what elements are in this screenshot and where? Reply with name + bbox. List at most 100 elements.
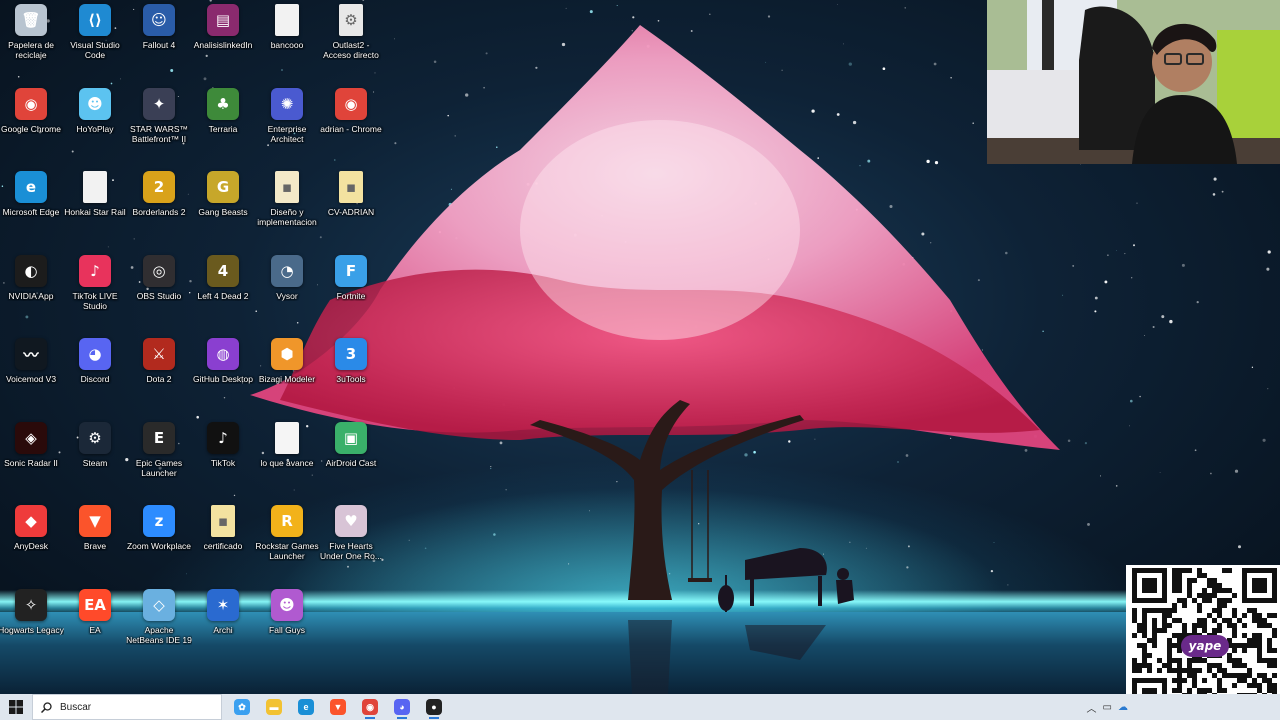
desktop-icon[interactable]: EA EA <box>64 585 126 665</box>
desktop-icon[interactable]: ◆ AnyDesk <box>0 501 62 581</box>
copilot-icon: ✿ <box>234 699 250 715</box>
winrar-icon: ▤ <box>207 4 239 36</box>
desktop-icon[interactable]: ▪ Diseño y implementacion <box>256 167 318 247</box>
search-placeholder: Buscar <box>60 701 92 713</box>
desktop-icon-label: Google Chrome <box>0 124 61 134</box>
desktop-icon[interactable]: ◎ OBS Studio <box>128 251 190 331</box>
desktop-icon-label: Five Hearts Under One Ro... <box>320 541 382 561</box>
desktop-icon[interactable]: ✺ Enterprise Architect <box>256 84 318 164</box>
desktop-icon[interactable]: ▪ certificado <box>192 501 254 581</box>
voicemod-icon: 〰 <box>15 338 47 370</box>
desktop-icon[interactable]: ♥ Five Hearts Under One Ro... <box>320 501 382 581</box>
desktop-icon[interactable]: ▪ CV-ADRIAN <box>320 167 382 247</box>
fortnite-icon: F <box>335 255 367 287</box>
desktop-icon[interactable]: ◍ GitHub Desktop <box>192 334 254 414</box>
github-icon: ◍ <box>207 338 239 370</box>
desktop-icon-label: Vysor <box>276 291 298 301</box>
desktop-icon[interactable]: ♪ TikTok LIVE Studio <box>64 251 126 331</box>
taskbar-app-discord[interactable]: ◕ <box>386 694 418 720</box>
search-icon <box>41 701 52 713</box>
desktop-icon[interactable]: ▼ Brave <box>64 501 126 581</box>
pdf-icon: ▪ <box>211 505 235 537</box>
desktop-icon[interactable]: ☻ Fall Guys <box>256 585 318 665</box>
recorder-icon: ● <box>426 699 442 715</box>
desktop-icon[interactable]: ▤ AnalisislinkedIn <box>192 0 254 80</box>
desktop-icon[interactable]: E Epic Games Launcher <box>128 418 190 498</box>
desktop-icon[interactable]: ◈ Sonic Radar II <box>0 418 62 498</box>
system-tray: ︿ ▭ ☁ <box>1087 694 1128 720</box>
desktop-icon[interactable]: bancooo <box>256 0 318 80</box>
desktop-icon[interactable]: ◉ adrian - Chrome <box>320 84 382 164</box>
desktop-icon[interactable]: ✧ Hogwarts Legacy <box>0 585 64 665</box>
file-explorer-icon: ▬ <box>266 699 282 715</box>
desktop-icon[interactable]: ◐ NVIDIA App <box>0 251 62 331</box>
desktop-icon[interactable]: ✦ STAR WARS™ Battlefront™ II <box>128 84 190 164</box>
epic-icon: E <box>143 422 175 454</box>
taskbar-app-explorer[interactable]: ▬ <box>258 694 290 720</box>
desktop-icon[interactable]: ◔ Vysor <box>256 251 318 331</box>
taskbar-app-brave[interactable]: ▼ <box>322 694 354 720</box>
tray-network-icon[interactable]: ▭ <box>1103 702 1112 713</box>
desktop-icon[interactable]: ⚔ Dota 2 <box>128 334 190 414</box>
desktop-icon-label: Fallout 4 <box>142 40 176 50</box>
desktop-icon[interactable]: 〰 Voicemod V3 <box>0 334 62 414</box>
desktop-icon-label: Sonic Radar II <box>4 458 58 468</box>
desktop-icon[interactable]: ◕ Discord <box>64 334 126 414</box>
nvidia-icon: ◐ <box>15 255 47 287</box>
file-icon <box>275 4 299 36</box>
webcam-overlay <box>987 0 1280 164</box>
tray-chevron-up-icon[interactable]: ︿ <box>1087 700 1097 715</box>
desktop-icon[interactable]: ♣ Terraria <box>192 84 254 164</box>
desktop-icon[interactable]: ⚙ Steam <box>64 418 126 498</box>
desktop-icon-label: Honkai Star Rail <box>64 207 126 217</box>
airdroid-icon: ▣ <box>335 422 367 454</box>
desktop-icon[interactable]: 3 3uTools <box>320 334 382 414</box>
starwars-icon: ✦ <box>143 88 175 120</box>
desktop-icon[interactable]: ☻ HoYoPlay <box>64 84 126 164</box>
taskbar-app-chrome[interactable]: ◉ <box>354 694 386 720</box>
desktop-icon-label: Hogwarts Legacy <box>0 625 64 635</box>
desktop-icon-label: Gang Beasts <box>198 207 248 217</box>
desktop-icon-label: EA <box>89 625 101 635</box>
desktop-icon[interactable]: G Gang Beasts <box>192 167 254 247</box>
desktop-icon-label: AnalisislinkedIn <box>193 40 253 50</box>
taskbar-app-copilot[interactable]: ✿ <box>226 694 258 720</box>
obs-icon: ◎ <box>143 255 175 287</box>
desktop-icon[interactable]: lo que avance <box>256 418 318 498</box>
desktop-icon[interactable]: 4 Left 4 Dead 2 <box>192 251 254 331</box>
desktop-icon[interactable]: ♪ TikTok <box>192 418 254 498</box>
desktop-icon[interactable]: e Microsoft Edge <box>0 167 62 247</box>
desktop-icon[interactable]: ◇ Apache NetBeans IDE 19 <box>126 585 192 665</box>
desktop-icon[interactable]: ✶ Archi <box>192 585 254 665</box>
desktop-icon[interactable]: R Rockstar Games Launcher <box>255 501 319 581</box>
desktop-icon[interactable]: ⟨⟩ Visual Studio Code <box>64 0 126 80</box>
desktop-icon[interactable]: Honkai Star Rail <box>64 167 126 247</box>
desktop-icon-label: Dota 2 <box>146 374 172 384</box>
desktop-icon[interactable]: z Zoom Workplace <box>127 501 191 581</box>
desktop-icon[interactable]: ▣ AirDroid Cast <box>320 418 382 498</box>
desktop-icon[interactable]: ⚙ Outlast2 - Acceso directo <box>320 0 382 80</box>
ea-icon: EA <box>79 589 111 621</box>
desktop-icon[interactable]: ☺ Fallout 4 <box>128 0 190 80</box>
start-button[interactable] <box>0 694 32 720</box>
webcam-feed <box>987 0 1280 164</box>
desktop-icon-label: adrian - Chrome <box>320 124 382 134</box>
zoom-icon: z <box>143 505 175 537</box>
desktop-icon-label: Archi <box>213 625 233 635</box>
taskbar-app-edge[interactable]: e <box>290 694 322 720</box>
desktop-icon[interactable]: F Fortnite <box>320 251 382 331</box>
taskbar-app-recorder[interactable]: ● <box>418 694 450 720</box>
desktop-icon[interactable]: ⬢ Bizagi Modeler <box>256 334 318 414</box>
desktop-icon-label: STAR WARS™ Battlefront™ II <box>129 124 189 144</box>
qr-brand-label: yape <box>1181 635 1229 657</box>
tray-cloud-icon[interactable]: ☁ <box>1118 702 1128 713</box>
desktop-icon-label: Brave <box>83 541 107 551</box>
desktop-icon-label: 3uTools <box>336 374 366 384</box>
desktop-icon[interactable]: ◉ Google Chrome <box>0 84 62 164</box>
tiktok-live-icon: ♪ <box>79 255 111 287</box>
taskbar-search-box[interactable]: Buscar <box>32 694 222 720</box>
3utools-icon: 3 <box>335 338 367 370</box>
desktop-icon[interactable]: 2 Borderlands 2 <box>128 167 190 247</box>
desktop-icon[interactable]: 🗑 Papelera de reciclaje <box>0 0 62 80</box>
shortcut-icon: ⚙ <box>339 4 363 36</box>
